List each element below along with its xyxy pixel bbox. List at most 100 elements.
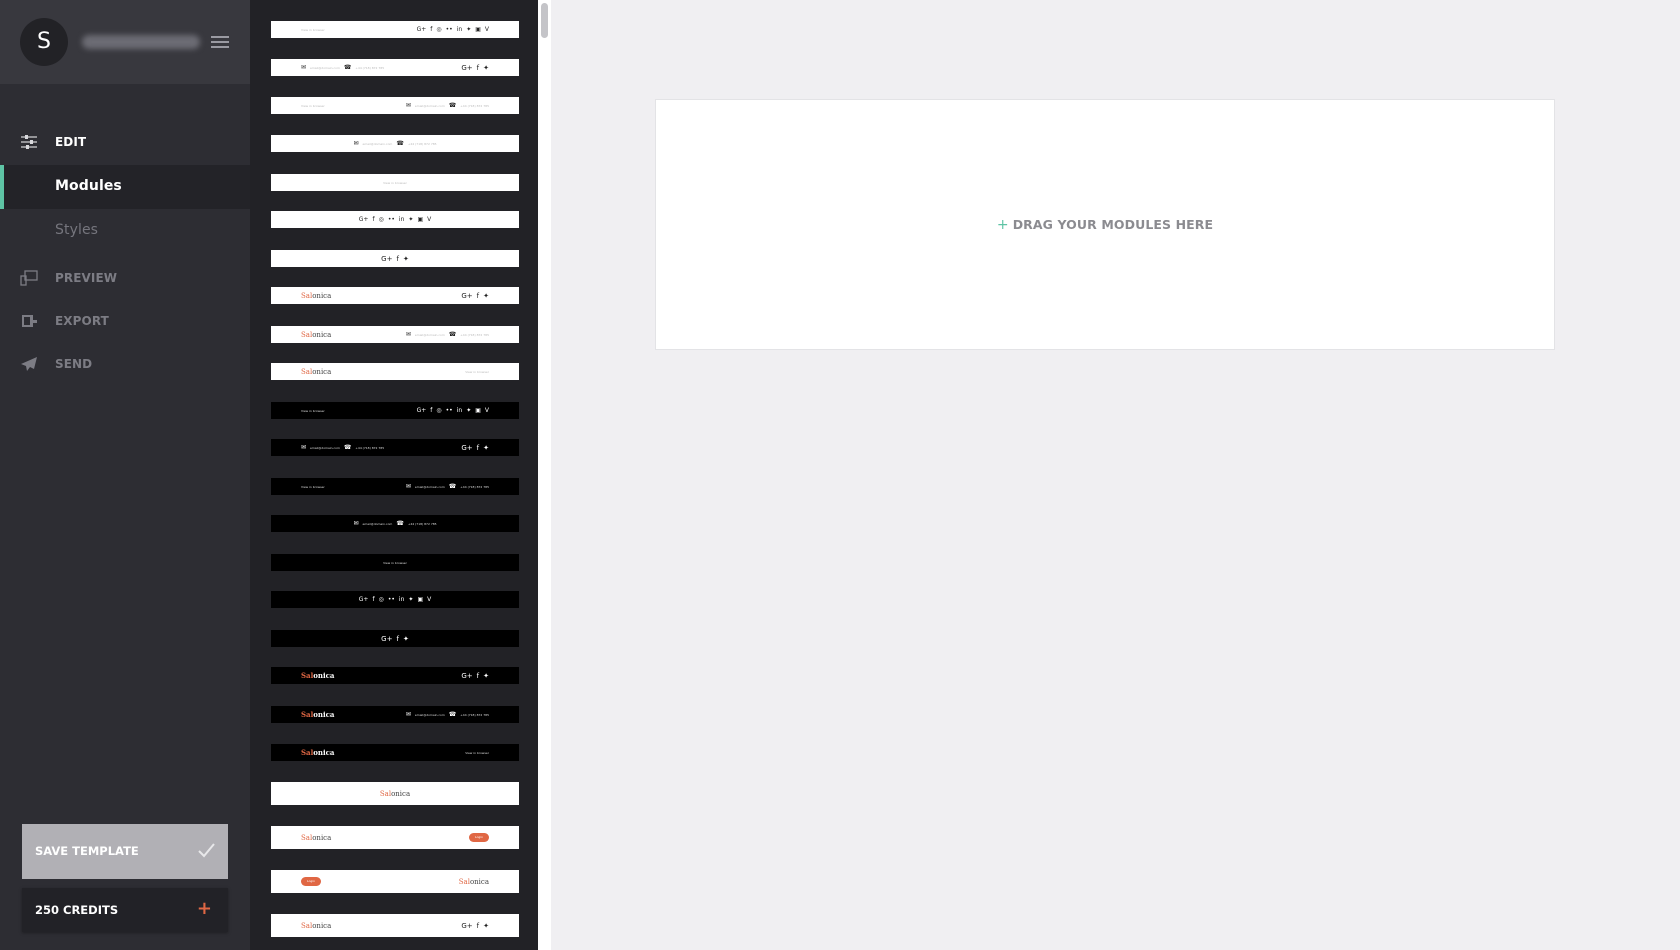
scrollbar-thumb[interactable] xyxy=(541,3,548,38)
module-thumbnail[interactable]: ✉ email@domain.com ☎ +44 (718) 872 785 G+ f ✦ xyxy=(271,59,519,76)
google-plus-icon: G+ xyxy=(461,921,473,930)
brand-logo: Salonica xyxy=(301,834,331,842)
thumbnail-center-group: ✉ email@domain.com ☎ +44 (718) 872 785 xyxy=(271,140,519,147)
google-plus-icon: G+ xyxy=(461,291,473,300)
module-thumbnail[interactable]: Salonica xyxy=(271,782,519,805)
credits-button[interactable]: 250 CREDITS + xyxy=(22,888,228,932)
save-template-label: SAVE TEMPLATE xyxy=(35,844,139,858)
nav-modules[interactable]: Modules xyxy=(0,165,250,209)
thumbnail-right-group: ✉ email@domain.com ☎ +44 (718) 872 785 xyxy=(406,711,489,718)
google-plus-icon: G+ xyxy=(381,634,393,643)
social-icon: ✦ xyxy=(408,595,414,603)
logo-accent: Sal xyxy=(301,833,313,842)
nav-preview[interactable]: PREVIEW xyxy=(0,256,250,300)
social-icon: V xyxy=(484,25,489,33)
social-icon: V xyxy=(427,215,432,223)
paper-plane-icon xyxy=(20,355,38,373)
add-credits-icon[interactable]: + xyxy=(197,899,212,919)
twitter-icon: ✦ xyxy=(483,63,489,72)
module-thumbnail[interactable]: G+ f ✦ xyxy=(271,630,519,647)
module-thumbnail[interactable]: View in browser ✉ email@domain.com ☎ +44 (71… xyxy=(271,97,519,114)
avatar[interactable]: S xyxy=(20,18,68,66)
sidebar: S saltmaster EDIT Modules Styles PREVIEW… xyxy=(0,0,250,950)
nav-edit[interactable]: EDIT xyxy=(0,120,250,164)
phone-text: +44 (718) 872 785 xyxy=(460,712,489,717)
save-template-button[interactable]: SAVE TEMPLATE xyxy=(22,824,228,879)
logo-rest: onica xyxy=(313,671,335,680)
phone-icon: ☎ xyxy=(448,101,457,109)
brand-logo: Salonica xyxy=(301,331,331,339)
module-thumbnail[interactable]: G+ f ✦ xyxy=(271,250,519,267)
nav-send[interactable]: SEND xyxy=(0,342,250,386)
email-text: email@domain.com xyxy=(310,65,340,70)
module-thumbnail[interactable]: G+ f ◎ •• in ✦ ▣ V xyxy=(271,591,519,608)
module-thumbnail[interactable]: View in browser G+ f ◎ •• in ✦ ▣ V xyxy=(271,21,519,38)
module-thumbnail[interactable]: Salonica G+ f ✦ xyxy=(271,914,519,937)
thumbnail-center-group: G+ f ◎ •• in ✦ ▣ V xyxy=(271,215,519,223)
module-thumbnail[interactable]: View in browser xyxy=(271,554,519,571)
canvas-area: + DRAG YOUR MODULES HERE xyxy=(551,0,1680,950)
thumbnail-right-group: G+ f ✦ xyxy=(461,63,489,72)
module-thumbnail[interactable]: ✉ email@domain.com ☎ +44 (718) 872 785 xyxy=(271,135,519,152)
phone-text: +44 (718) 872 785 xyxy=(355,445,385,450)
thumbnail-right-group: Login xyxy=(469,833,489,842)
module-drop-zone[interactable]: + DRAG YOUR MODULES HERE xyxy=(655,99,1555,350)
thumbnail-right-group: ✉ email@domain.com ☎ +44 (718) 872 785 xyxy=(406,331,489,338)
module-thumbnail[interactable]: View in browser ✉ email@domain.com ☎ +44 (71… xyxy=(271,478,519,495)
social-icon: G+ xyxy=(358,215,369,223)
social-icon: f xyxy=(430,406,433,414)
sliders-icon xyxy=(20,133,38,151)
active-indicator xyxy=(0,165,4,209)
module-thumbnail[interactable]: ✉ email@domain.com ☎ +44 (718) 872 785 G+ f ✦ xyxy=(271,439,519,456)
thumbnail-center-group: G+ f ✦ xyxy=(271,255,519,262)
social-icon: ▣ xyxy=(417,595,424,603)
view-in-browser-text: View in browser xyxy=(301,408,325,413)
module-thumbnail[interactable]: View in browser G+ f ◎ •• in ✦ ▣ V xyxy=(271,402,519,419)
module-thumbnail[interactable]: Login Salonica xyxy=(271,870,519,893)
phone-text: +44 (718) 872 785 xyxy=(355,65,385,70)
thumbnail-left-group: Salonica xyxy=(301,671,334,680)
module-thumbnail[interactable]: Salonica Login xyxy=(271,826,519,849)
view-in-browser-text: View in browser xyxy=(301,103,325,108)
brand-logo: Salonica xyxy=(459,878,489,886)
module-thumbnail[interactable]: Salonica G+ f ✦ xyxy=(271,287,519,304)
nav-styles[interactable]: Styles xyxy=(0,209,250,253)
nav-preview-label: PREVIEW xyxy=(55,271,118,285)
module-thumbnail[interactable]: Salonica View in browser xyxy=(271,744,519,761)
thumbnail-center-group: Salonica xyxy=(271,790,519,798)
credits-label: 250 CREDITS xyxy=(35,903,119,917)
nav-edit-label: EDIT xyxy=(55,135,87,149)
envelope-icon: ✉ xyxy=(353,519,359,527)
view-in-browser-text: View in browser xyxy=(383,180,407,185)
logo-rest: onica xyxy=(469,877,489,886)
social-icon: •• xyxy=(445,406,453,414)
module-thumbnail[interactable]: G+ f ◎ •• in ✦ ▣ V xyxy=(271,211,519,228)
logo-rest: onica xyxy=(313,710,335,719)
nav-send-label: SEND xyxy=(55,357,93,371)
social-icon: ✦ xyxy=(466,406,472,414)
module-thumbnail[interactable]: Salonica ✉ email@domain.com ☎ +44 (718) 872 … xyxy=(271,706,519,723)
social-icon: ◎ xyxy=(436,25,442,33)
module-thumbnail[interactable]: View in browser xyxy=(271,174,519,191)
facebook-icon: f xyxy=(396,634,399,643)
menu-icon[interactable] xyxy=(211,36,229,48)
brand-logo: Salonica xyxy=(301,368,331,376)
google-plus-icon: G+ xyxy=(461,63,473,72)
logo-rest: onica xyxy=(312,330,332,339)
modules-scrollbar[interactable] xyxy=(538,0,551,950)
thumbnail-left-group: Salonica xyxy=(301,292,331,300)
thumbnail-left-group: View in browser xyxy=(301,409,325,413)
social-icon: ◎ xyxy=(378,595,384,603)
module-thumbnail[interactable]: ✉ email@domain.com ☎ +44 (718) 872 785 xyxy=(271,515,519,532)
thumbnail-right-group: Salonica xyxy=(459,878,489,886)
module-thumbnail[interactable]: Salonica View in browser xyxy=(271,363,519,380)
nav-export[interactable]: EXPORT xyxy=(0,299,250,343)
brand-logo: Salonica xyxy=(301,922,331,930)
twitter-icon: ✦ xyxy=(402,634,409,643)
thumbnail-right-group: G+ f ✦ xyxy=(461,444,489,451)
thumbnail-left-group: Salonica xyxy=(301,834,331,842)
module-thumbnail[interactable]: Salonica G+ f ✦ xyxy=(271,667,519,684)
thumbnail-left-group: Salonica xyxy=(301,922,331,930)
module-thumbnail[interactable]: Salonica ✉ email@domain.com ☎ +44 (718) 872 … xyxy=(271,326,519,343)
login-button: Login xyxy=(469,833,489,842)
